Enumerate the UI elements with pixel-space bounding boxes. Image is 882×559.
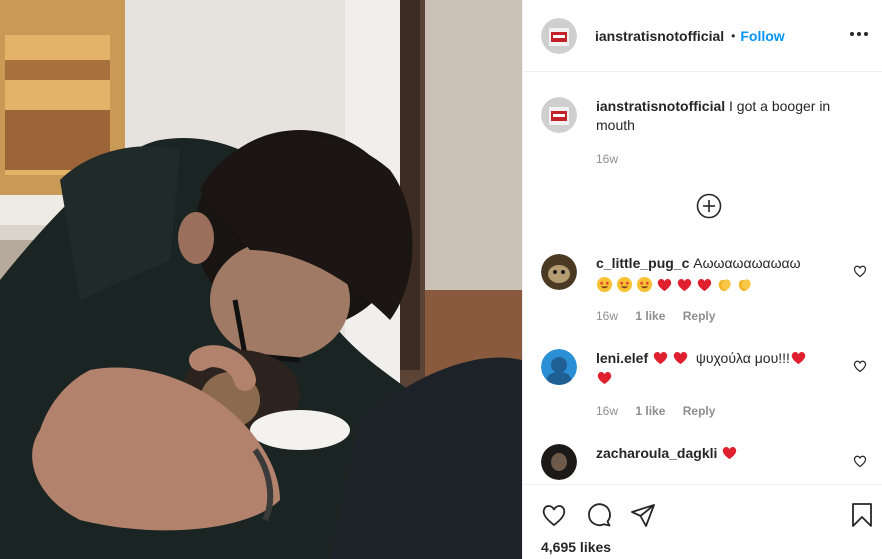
post-photo[interactable] [0, 0, 522, 559]
red-heart-icon [672, 349, 689, 366]
star-struck-icon [596, 276, 613, 293]
comment-item: leni.elef ψυχούλα μου!!! 16w 1 like Repl… [541, 349, 871, 429]
more-options-icon[interactable] [845, 22, 873, 46]
bookmark-icon[interactable] [848, 501, 876, 529]
red-heart-icon [596, 369, 613, 386]
post-side-panel: ianstratisnotofficial • Follow ianstrati… [522, 0, 882, 559]
star-struck-icon [636, 276, 653, 293]
comment-item: c_little_pug_c Αωωαωαωαωαω 16w 1 like Re… [541, 254, 871, 334]
reply-button[interactable]: Reply [683, 309, 716, 323]
comment-body: leni.elef ψυχούλα μου!!! [596, 349, 846, 388]
author-username[interactable]: ianstratisnotofficial [595, 28, 724, 44]
caption: ianstratisnotofficial I got a booger in … [541, 97, 871, 177]
comment-body: c_little_pug_c Αωωαωαωαωαω [596, 254, 846, 295]
comment-icon[interactable] [585, 501, 613, 529]
caption-time[interactable]: 16w [596, 152, 618, 166]
red-heart-icon [652, 349, 669, 366]
red-heart-icon [696, 276, 713, 293]
caption-username[interactable]: ianstratisnotofficial [596, 98, 725, 114]
clapping-hands-icon [716, 276, 733, 293]
comment-meta: 16w 1 like Reply [596, 309, 729, 323]
comment-like-icon[interactable] [853, 454, 867, 468]
star-struck-icon [616, 276, 633, 293]
comment-like-icon[interactable] [853, 359, 867, 373]
comment-text: ψυχούλα μου!!! [695, 350, 790, 366]
comment-username[interactable]: zacharoula_dagkli [596, 445, 717, 461]
comment-meta: 16w 1 like Reply [596, 404, 729, 418]
author-avatar[interactable] [541, 17, 577, 54]
comment-username[interactable]: leni.elef [596, 350, 648, 366]
caption-body: ianstratisnotofficial I got a booger in … [596, 97, 846, 135]
commenter-avatar[interactable] [541, 254, 577, 290]
comments-list[interactable]: ianstratisnotofficial I got a booger in … [523, 72, 882, 484]
follow-button[interactable]: Follow [740, 28, 784, 44]
post-photo-image [0, 0, 522, 559]
clapping-hands-icon [736, 276, 753, 293]
comment-time[interactable]: 16w [596, 404, 618, 418]
likes-count[interactable]: 4,695 likes [541, 539, 611, 555]
commenter-avatar[interactable] [541, 444, 577, 480]
red-heart-icon [721, 444, 738, 461]
reply-button[interactable]: Reply [683, 404, 716, 418]
comment-text: Αωωαωαωαωαω [693, 255, 801, 271]
red-heart-icon [656, 276, 673, 293]
caption-avatar[interactable] [541, 97, 577, 133]
red-heart-icon [790, 349, 807, 366]
comment-emojis [596, 276, 846, 295]
comment-likes[interactable]: 1 like [635, 309, 665, 323]
share-icon[interactable] [629, 501, 657, 529]
post-header: ianstratisnotofficial • Follow [523, 0, 882, 72]
comment-item: zacharoula_dagkli [541, 444, 871, 484]
commenter-avatar[interactable] [541, 349, 577, 385]
heart-icon[interactable] [540, 501, 568, 529]
separator-dot: • [731, 28, 736, 43]
red-heart-icon [676, 276, 693, 293]
comment-like-icon[interactable] [853, 264, 867, 278]
comment-username[interactable]: c_little_pug_c [596, 255, 689, 271]
comment-body: zacharoula_dagkli [596, 444, 846, 463]
add-comment-icon[interactable] [695, 192, 723, 220]
caption-meta: 16w [596, 152, 632, 166]
comment-time[interactable]: 16w [596, 309, 618, 323]
action-bar: 4,695 likes [523, 484, 882, 559]
comment-likes[interactable]: 1 like [635, 404, 665, 418]
instagram-post: ianstratisnotofficial • Follow ianstrati… [0, 0, 882, 559]
